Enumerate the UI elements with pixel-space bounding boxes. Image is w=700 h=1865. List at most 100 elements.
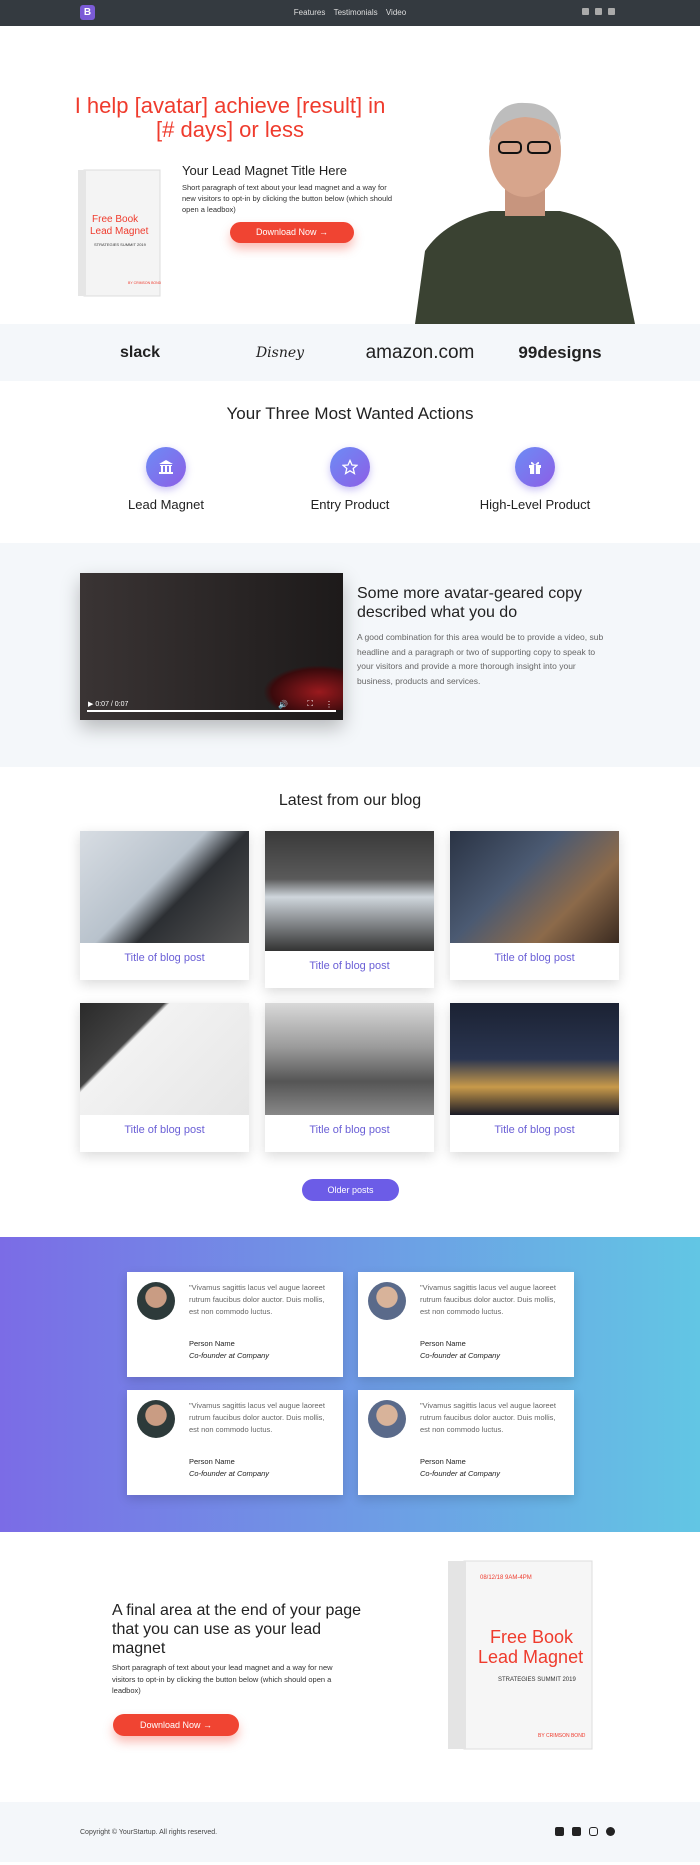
action-label: Entry Product xyxy=(310,497,390,512)
video-section: ▶ 0:07 / 0:07 🔊 ⛶ ⋮ Some more avatar-gea… xyxy=(0,543,700,767)
video-controls: ▶ 0:07 / 0:07 xyxy=(88,700,128,708)
avatar xyxy=(137,1282,175,1320)
testimonial-role: Co-founder at Company xyxy=(189,1351,270,1360)
book-title-2: Lead Magnet xyxy=(90,226,149,237)
blog-title: Latest from our blog xyxy=(278,792,422,809)
lead-magnet-text: Short paragraph of text about your lead … xyxy=(182,183,393,214)
amazon-logo: amazon.com xyxy=(365,341,475,363)
testimonial-card: "Vivamus sagittis lacus vel augue laoree… xyxy=(358,1272,574,1377)
instagram-icon[interactable] xyxy=(608,8,615,15)
avatar xyxy=(368,1282,406,1320)
fullscreen-icon[interactable]: ⛶ xyxy=(307,699,313,709)
blog-card[interactable]: Title of blog post xyxy=(265,831,434,988)
blog-image-desk xyxy=(80,1003,249,1115)
blog-image-meeting xyxy=(450,831,619,943)
blog-post-title[interactable]: Title of blog post xyxy=(265,951,434,988)
footer: Copyright © YourStartup. All rights rese… xyxy=(0,1802,700,1862)
blog-image-laptop xyxy=(265,831,434,951)
book-title-1: Free Book xyxy=(92,214,139,225)
final-download-now-button[interactable]: Download Now → xyxy=(113,1714,239,1736)
blog-post-title[interactable]: Title of blog post xyxy=(80,1115,249,1152)
volume-icon[interactable]: 🔊 xyxy=(278,700,288,709)
twitter-icon[interactable] xyxy=(555,1827,564,1836)
video-heading: Some more avatar-geared copy described w… xyxy=(357,585,582,621)
blog-post-title[interactable]: Title of blog post xyxy=(450,1115,619,1152)
top-navbar: B Features Testimonials Video xyxy=(0,0,700,26)
hero-headline: I help [avatar] achieve [result] in [# d… xyxy=(74,93,386,142)
copyright-text: Copyright © YourStartup. All rights rese… xyxy=(80,1829,218,1836)
older-posts-button[interactable]: Older posts xyxy=(302,1179,399,1201)
video-player[interactable]: ▶ 0:07 / 0:07 🔊 ⛶ ⋮ xyxy=(80,573,343,720)
action-high-level-product[interactable]: High-Level Product xyxy=(455,447,615,512)
testimonial-name: Person Name xyxy=(420,1457,466,1466)
nav-social xyxy=(582,8,615,15)
facebook-icon[interactable] xyxy=(572,1827,581,1836)
testimonial-quote: "Vivamus sagittis lacus vel augue laoree… xyxy=(189,1401,325,1434)
testimonial-name: Person Name xyxy=(189,1339,235,1348)
testimonial-card: "Vivamus sagittis lacus vel augue laoree… xyxy=(127,1272,343,1377)
book-author: BY CRIMSON BOND xyxy=(128,281,162,285)
lead-magnet-title: Your Lead Magnet Title Here xyxy=(182,163,348,178)
blog-post-title[interactable]: Title of blog post xyxy=(265,1115,434,1152)
actions-section: Your Three Most Wanted Actions Lead Magn… xyxy=(0,381,700,543)
final-heading: A final area at the end of your page tha… xyxy=(112,1602,362,1657)
pinterest-icon[interactable] xyxy=(606,1827,615,1836)
nav-link-testimonials[interactable]: Testimonials xyxy=(334,8,378,17)
action-entry-product[interactable]: Entry Product xyxy=(270,447,430,512)
blog-image-newspaper xyxy=(80,831,249,943)
testimonial-role: Co-founder at Company xyxy=(189,1469,270,1478)
blog-card[interactable]: Title of blog post xyxy=(265,1003,434,1152)
book-subtitle: STRATEGIES SUMMIT 2019 xyxy=(94,242,147,247)
bank-icon xyxy=(146,447,186,487)
video-time: 0:07 / 0:07 xyxy=(95,701,129,708)
blog-card[interactable]: Title of blog post xyxy=(450,1003,619,1152)
testimonial-name: Person Name xyxy=(420,1339,466,1348)
person-photo xyxy=(415,102,635,324)
facebook-icon[interactable] xyxy=(582,8,589,15)
testimonial-role: Co-founder at Company xyxy=(420,1469,501,1478)
book-date: 08/12/18 9AM-4PM xyxy=(480,1575,532,1581)
nav-link-features[interactable]: Features xyxy=(294,8,326,17)
footer-social xyxy=(555,1827,615,1836)
final-section: A final area at the end of your page tha… xyxy=(0,1532,700,1802)
twitter-icon[interactable] xyxy=(595,8,602,15)
blog-image-office xyxy=(265,1003,434,1115)
action-lead-magnet[interactable]: Lead Magnet xyxy=(86,447,246,512)
book-cover-image: Free Book Lead Magnet STRATEGIES SUMMIT … xyxy=(78,169,162,297)
blog-card[interactable]: Title of blog post xyxy=(450,831,619,980)
blog-post-title[interactable]: Title of blog post xyxy=(80,943,249,980)
testimonial-card: "Vivamus sagittis lacus vel augue laoree… xyxy=(358,1390,574,1495)
disney-logo: Disney xyxy=(255,344,305,361)
blog-post-title[interactable]: Title of blog post xyxy=(450,943,619,980)
blog-section: Latest from our blog Title of blog post … xyxy=(0,767,700,1237)
testimonial-quote: "Vivamus sagittis lacus vel augue laoree… xyxy=(189,1283,325,1316)
nav-link-video[interactable]: Video xyxy=(386,8,406,17)
blog-card[interactable]: Title of blog post xyxy=(80,831,249,980)
video-progress-bar[interactable] xyxy=(87,710,336,712)
avatar xyxy=(368,1400,406,1438)
book-title-1: Free Book xyxy=(490,1627,574,1647)
avatar xyxy=(137,1400,175,1438)
final-text: Short paragraph of text about your lead … xyxy=(112,1663,333,1695)
play-icon[interactable]: ▶ xyxy=(88,701,93,708)
actions-title: Your Three Most Wanted Actions xyxy=(226,404,474,423)
star-icon xyxy=(330,447,370,487)
client-logos: slack Disney amazon.com 99designs xyxy=(0,324,700,381)
testimonials-section: "Vivamus sagittis lacus vel augue laoree… xyxy=(0,1237,700,1532)
testimonial-quote: "Vivamus sagittis lacus vel augue laoree… xyxy=(420,1401,556,1434)
hero-section: I help [avatar] achieve [result] in [# d… xyxy=(0,26,700,324)
more-options-icon[interactable]: ⋮ xyxy=(325,700,333,709)
download-now-button[interactable]: Download Now → xyxy=(230,222,354,243)
blog-image-city xyxy=(450,1003,619,1115)
video-text: A good combination for this area would b… xyxy=(357,632,604,686)
blog-card[interactable]: Title of blog post xyxy=(80,1003,249,1152)
book-cover-image-large: 08/12/18 9AM-4PM Free Book Lead Magnet S… xyxy=(448,1560,593,1750)
99designs-logo: 99designs xyxy=(518,342,602,362)
book-title-2: Lead Magnet xyxy=(478,1647,583,1667)
testimonial-quote: "Vivamus sagittis lacus vel augue laoree… xyxy=(420,1283,556,1316)
gift-icon xyxy=(515,447,555,487)
testimonial-role: Co-founder at Company xyxy=(420,1351,501,1360)
instagram-icon[interactable] xyxy=(589,1827,598,1836)
action-label: Lead Magnet xyxy=(128,497,204,512)
book-subtitle: STRATEGIES SUMMIT 2019 xyxy=(498,1677,576,1683)
